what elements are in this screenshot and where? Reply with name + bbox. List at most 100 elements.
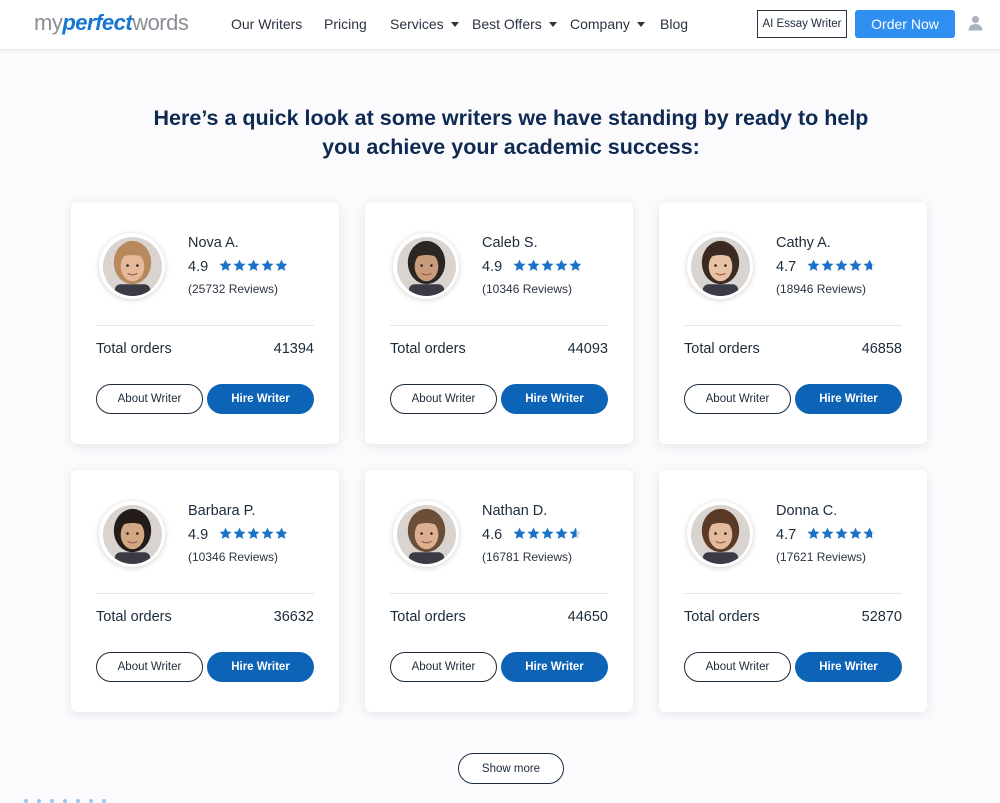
star-icon: [513, 527, 526, 539]
writer-avatar: [99, 233, 165, 299]
nav-link-best-offers[interactable]: Best Offers: [472, 15, 557, 33]
total-orders-label: Total orders: [96, 341, 172, 357]
avatar: [396, 504, 456, 564]
writer-photo: [690, 236, 750, 296]
star-icon: [569, 527, 582, 539]
star-icon: [849, 259, 862, 271]
nav-link-label: Services: [390, 16, 444, 32]
order-now-button[interactable]: Order Now: [855, 10, 955, 38]
ai-essay-writer-button[interactable]: AI Essay Writer: [757, 10, 847, 38]
nav-link-label: Our Writers: [231, 16, 303, 32]
avatar: [690, 504, 750, 564]
total-orders-value: 44650: [567, 609, 608, 625]
writer-rating: 4.9: [188, 259, 209, 275]
avatar: [102, 236, 162, 296]
site-logo[interactable]: myperfectwords: [34, 10, 189, 36]
nav-link-pricing[interactable]: Pricing: [324, 15, 367, 33]
star-icon: [527, 259, 540, 271]
star-icon: [233, 527, 246, 539]
writer-name: Barbara P.: [188, 503, 256, 519]
writer-avatar: [393, 501, 459, 567]
star-icon: [261, 527, 274, 539]
nav-link-services[interactable]: Services: [390, 15, 459, 33]
writer-avatar: [393, 233, 459, 299]
writer-avatar: [687, 233, 753, 299]
about-writer-button[interactable]: About Writer: [96, 652, 203, 682]
rating-stars: [219, 259, 288, 272]
user-icon[interactable]: [968, 15, 983, 31]
logo-part-perfect: perfect: [62, 10, 133, 35]
total-orders-value: 44093: [567, 341, 608, 357]
nav-link-label: Company: [570, 16, 630, 32]
about-writer-button[interactable]: About Writer: [684, 384, 791, 414]
hire-writer-button[interactable]: Hire Writer: [501, 384, 608, 414]
hire-writer-button[interactable]: Hire Writer: [795, 384, 902, 414]
rating-stars: [513, 259, 582, 272]
hire-writer-button[interactable]: Hire Writer: [207, 652, 314, 682]
total-orders-label: Total orders: [96, 609, 172, 625]
star-icon: [555, 259, 568, 271]
star-icon: [219, 527, 232, 539]
card-divider: [96, 325, 314, 326]
total-orders-value: 41394: [273, 341, 314, 357]
dot: [89, 799, 93, 803]
star-icon: [233, 259, 246, 271]
hire-writer-button[interactable]: Hire Writer: [207, 384, 314, 414]
writer-card: Nova A. 4.9 (25732 Reviews) Total orders 413…: [71, 202, 339, 444]
star-icon: [807, 259, 820, 271]
dot: [37, 799, 41, 803]
writer-name: Nathan D.: [482, 503, 548, 519]
star-icon: [541, 527, 554, 539]
writer-card: Nathan D. 4.6 (16781 Reviews) Total orders 4…: [365, 470, 633, 712]
about-writer-button[interactable]: About Writer: [390, 652, 497, 682]
star-icon: [821, 527, 834, 539]
nav-link-label: Blog: [660, 16, 689, 32]
about-writer-button[interactable]: About Writer: [390, 384, 497, 414]
star-icon: [261, 259, 274, 271]
star-icon: [863, 259, 876, 271]
total-orders-label: Total orders: [684, 341, 760, 357]
nav-link-label: Best Offers: [472, 16, 542, 32]
review-count: (25732 Reviews): [188, 282, 279, 296]
hire-writer-button[interactable]: Hire Writer: [501, 652, 608, 682]
chevron-down-icon: [548, 22, 557, 27]
review-count: (17621 Reviews): [776, 550, 867, 564]
top-navigation: myperfectwords Our Writers Pricing Servi…: [0, 0, 1000, 50]
writer-name: Nova A.: [188, 235, 239, 251]
hire-writer-button[interactable]: Hire Writer: [795, 652, 902, 682]
about-writer-button[interactable]: About Writer: [684, 652, 791, 682]
avatar: [396, 236, 456, 296]
heading-line-1: Here’s a quick look at some writers we h…: [153, 106, 869, 130]
show-more-button[interactable]: Show more: [458, 753, 564, 784]
star-icon: [569, 259, 582, 271]
writer-rating: 4.9: [188, 527, 209, 543]
star-icon: [807, 527, 820, 539]
star-icon: [849, 527, 862, 539]
total-orders-label: Total orders: [390, 609, 466, 625]
card-divider: [684, 325, 902, 326]
writer-card: Barbara P. 4.9 (10346 Reviews) Total orders…: [71, 470, 339, 712]
card-divider: [390, 593, 608, 594]
nav-link-our-writers[interactable]: Our Writers: [231, 15, 302, 33]
decorative-dots: [24, 799, 106, 803]
rating-stars: [219, 527, 288, 540]
rating-stars: [807, 259, 876, 272]
star-icon: [219, 259, 232, 271]
nav-link-label: Pricing: [324, 16, 367, 32]
review-count: (10346 Reviews): [188, 550, 279, 564]
writer-name: Caleb S.: [482, 235, 538, 251]
dot: [50, 799, 54, 803]
card-divider: [96, 593, 314, 594]
star-icon: [247, 259, 260, 271]
nav-link-company[interactable]: Company: [570, 15, 645, 33]
writer-rating: 4.6: [482, 527, 503, 543]
writer-photo: [396, 504, 456, 564]
writer-photo: [102, 236, 162, 296]
writer-photo: [396, 236, 456, 296]
writer-avatar: [99, 501, 165, 567]
writer-rating: 4.7: [776, 527, 797, 543]
nav-link-blog[interactable]: Blog: [660, 15, 688, 33]
section-heading: Here’s a quick look at some writers we h…: [0, 104, 1000, 162]
writer-rating: 4.7: [776, 259, 797, 275]
about-writer-button[interactable]: About Writer: [96, 384, 203, 414]
